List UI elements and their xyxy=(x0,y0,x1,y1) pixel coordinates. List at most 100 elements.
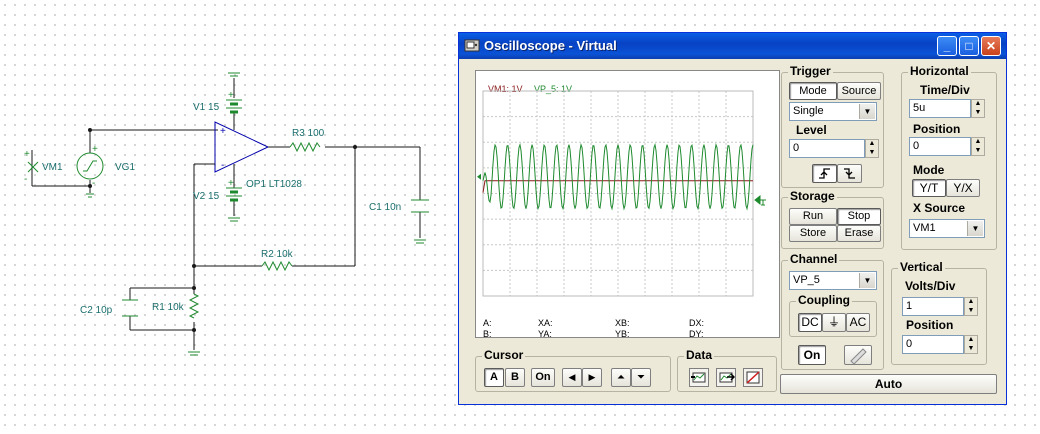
channel-select[interactable]: VP_5 ▼ xyxy=(789,271,877,290)
import-chart-icon xyxy=(719,372,736,383)
trigger-falling-edge-button[interactable] xyxy=(837,164,862,183)
spin-up-icon[interactable]: ▲ xyxy=(866,140,878,149)
cursor-on-button[interactable]: On xyxy=(531,368,555,387)
trigger-group-title: Trigger xyxy=(788,64,833,78)
horizontal-position-input[interactable]: 0 xyxy=(909,137,971,156)
horizontal-group: Horizontal Time/Div 5u ▲ ▼ Position 0 ▲ ▼ … xyxy=(901,64,997,250)
cursor-a-button[interactable]: A xyxy=(484,368,504,387)
time-div-input[interactable]: 5u xyxy=(909,99,971,118)
volts-div-input[interactable]: 1 xyxy=(902,297,964,316)
schematic-canvas[interactable]: + - + - + - + + VM1 VG1 V1 15 V2 15 R3 1… xyxy=(0,0,460,434)
trigger-mode-button[interactable]: Mode xyxy=(789,82,837,100)
erase-button[interactable]: Erase xyxy=(837,225,881,242)
coupling-ac-button[interactable]: AC xyxy=(846,313,870,332)
spin-down-icon[interactable]: ▼ xyxy=(965,307,977,316)
rising-edge-icon xyxy=(819,168,830,179)
trigger-level-label: Level xyxy=(796,123,827,137)
horizontal-position-label: Position xyxy=(913,122,961,136)
cursor-up-button[interactable]: ⏶ xyxy=(611,368,631,387)
mode-yt-button[interactable]: Y/T xyxy=(912,179,946,197)
channel-on-button[interactable]: On xyxy=(798,345,826,365)
r1-label: R1 10k xyxy=(152,302,185,313)
vm1-label: VM1 xyxy=(42,162,63,173)
coupling-dc-button[interactable]: DC xyxy=(798,313,822,332)
cursor-down-button[interactable]: ⏷ xyxy=(631,368,651,387)
resistor-r2-symbol[interactable] xyxy=(261,260,293,272)
oscilloscope-app-icon xyxy=(464,39,480,52)
vertical-group-title: Vertical xyxy=(898,260,945,274)
minimize-button[interactable]: _ xyxy=(937,36,957,56)
trigger-level-spinner[interactable]: ▲ ▼ xyxy=(865,139,879,158)
clear-data-button[interactable] xyxy=(743,368,763,387)
title-bar[interactable]: Oscilloscope - Virtual _ □ ✕ xyxy=(459,33,1006,59)
store-button[interactable]: Store xyxy=(789,225,837,242)
capacitor-c1-symbol[interactable] xyxy=(411,199,429,213)
ground-icon xyxy=(228,72,240,77)
spin-up-icon[interactable]: ▲ xyxy=(972,138,984,147)
resistor-r3-symbol[interactable] xyxy=(289,141,321,153)
ground-marker-icon xyxy=(477,173,481,180)
v1-plus-sign: + xyxy=(228,90,234,101)
cursor-ya-readout: YA: xyxy=(538,329,552,339)
spin-down-icon[interactable]: ▼ xyxy=(866,149,878,158)
run-button[interactable]: Run xyxy=(789,208,837,225)
trigger-level-input[interactable]: 0 xyxy=(789,139,865,158)
op1-label: OP1 LT1028 xyxy=(246,179,302,190)
trigger-source-button[interactable]: Source xyxy=(837,82,881,100)
scope-display[interactable]: VM1: 1V VP_5: 1V A: B: XA: YA: XB: YB: D… xyxy=(475,70,780,339)
volts-div-label: Volts/Div xyxy=(905,279,956,293)
cursor-group: Cursor A B On ◀ ▶ ⏶ ⏷ xyxy=(475,348,671,392)
spin-up-icon[interactable]: ▲ xyxy=(965,336,977,345)
spin-up-icon[interactable]: ▲ xyxy=(972,100,984,109)
battery-v1-symbol[interactable] xyxy=(226,99,242,114)
v1-label: V1 15 xyxy=(193,102,220,113)
maximize-button[interactable]: □ xyxy=(959,36,979,56)
trigger-mode-select[interactable]: Single ▼ xyxy=(789,102,877,121)
ground-icon xyxy=(86,193,94,198)
channel-color-button[interactable] xyxy=(844,345,872,365)
trigger-level-marker-icon[interactable] xyxy=(754,193,768,207)
time-div-spinner[interactable]: ▲ ▼ xyxy=(971,99,985,118)
oscilloscope-window[interactable]: Oscilloscope - Virtual _ □ ✕ VM1: 1V VP_… xyxy=(458,32,1007,405)
vertical-position-spinner[interactable]: ▲ ▼ xyxy=(964,335,978,354)
junction-dot xyxy=(353,145,357,149)
cursor-b-button[interactable]: B xyxy=(505,368,525,387)
cursor-dy-readout: DY: xyxy=(689,329,704,339)
spin-down-icon[interactable]: ▼ xyxy=(965,345,977,354)
c1-label: C1 10n xyxy=(369,202,401,213)
x-source-select[interactable]: VM1 ▼ xyxy=(909,219,985,238)
volts-div-spinner[interactable]: ▲ ▼ xyxy=(964,297,978,316)
close-button[interactable]: ✕ xyxy=(981,36,1001,56)
spin-down-icon[interactable]: ▼ xyxy=(972,147,984,156)
cursor-yb-readout: YB: xyxy=(615,329,630,339)
x-source-value: VM1 xyxy=(913,222,936,234)
falling-edge-icon xyxy=(844,168,855,179)
clear-chart-icon xyxy=(746,371,760,384)
time-div-label: Time/Div xyxy=(920,83,970,97)
spin-up-icon[interactable]: ▲ xyxy=(965,298,977,307)
resistor-r1-symbol[interactable] xyxy=(188,293,200,319)
capacitor-c2-symbol[interactable] xyxy=(122,299,138,317)
coupling-group: Coupling DC ⏚ AC xyxy=(789,293,877,337)
export-data-button[interactable] xyxy=(689,368,709,387)
chevron-down-icon[interactable]: ▼ xyxy=(859,104,875,119)
c2-label: C2 10p xyxy=(80,305,113,316)
cursor-left-button[interactable]: ◀ xyxy=(562,368,582,387)
coupling-ground-button[interactable]: ⏚ xyxy=(822,313,846,332)
vertical-position-input[interactable]: 0 xyxy=(902,335,964,354)
import-data-button[interactable] xyxy=(716,368,736,387)
stop-button[interactable]: Stop xyxy=(837,208,881,225)
trigger-rising-edge-button[interactable] xyxy=(812,164,837,183)
junction-dot xyxy=(192,264,196,268)
cursor-right-button[interactable]: ▶ xyxy=(582,368,602,387)
vm1-plus-sign: + xyxy=(24,149,30,160)
battery-v2-symbol[interactable] xyxy=(226,187,242,202)
v2-label: V2 15 xyxy=(193,191,220,202)
mode-yx-button[interactable]: Y/X xyxy=(946,179,980,197)
chevron-down-icon[interactable]: ▼ xyxy=(859,273,875,288)
horizontal-group-title: Horizontal xyxy=(908,64,971,78)
horizontal-position-spinner[interactable]: ▲ ▼ xyxy=(971,137,985,156)
chevron-down-icon[interactable]: ▼ xyxy=(967,221,983,236)
spin-down-icon[interactable]: ▼ xyxy=(972,109,984,118)
auto-button[interactable]: Auto xyxy=(780,374,997,394)
